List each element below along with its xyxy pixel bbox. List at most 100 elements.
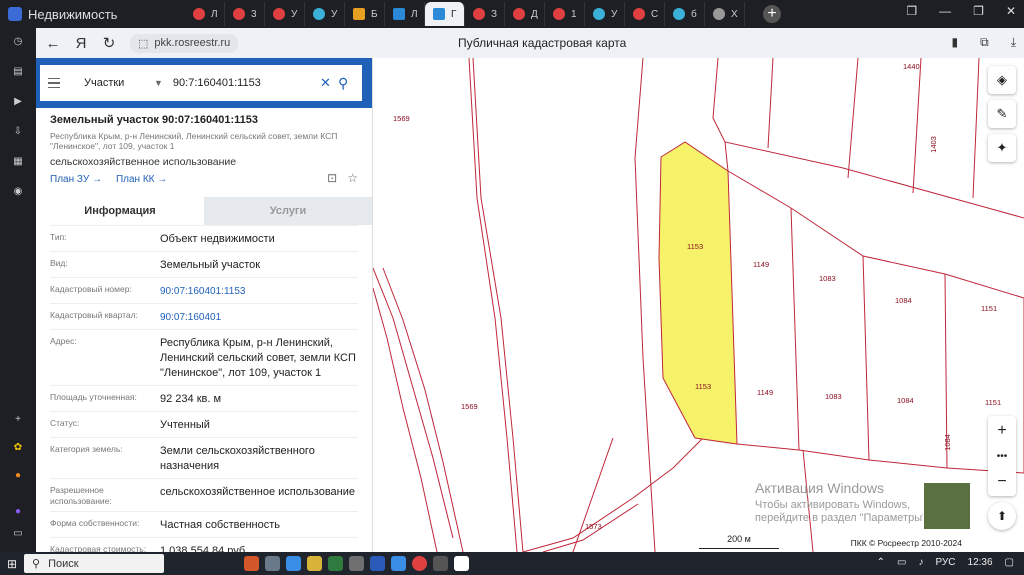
alice-icon[interactable]: ● — [10, 506, 26, 522]
browser-tab[interactable]: У — [305, 2, 345, 26]
object-title: Земельный участок 90:07:160401:1153 — [50, 114, 259, 126]
zoom-control: + ••• − — [988, 416, 1016, 496]
plan-zu-link[interactable]: План ЗУ → — [50, 174, 102, 185]
url-field[interactable]: ⬚ pkk.rosreestr.ru — [130, 33, 239, 53]
parcel-label: 1440 — [903, 62, 920, 71]
tab-manager-icon[interactable]: ❐ — [906, 4, 917, 18]
parcel-boundary — [382, 267, 464, 552]
download-icon[interactable]: ⤓ — [1011, 35, 1016, 50]
browser-tab[interactable]: З — [465, 2, 505, 26]
site-info-icon[interactable]: ⬚ — [138, 37, 148, 50]
tab-favicon-icon — [553, 8, 565, 20]
browser-tab[interactable]: Л — [185, 2, 225, 26]
network-icon[interactable]: ▭ — [897, 557, 906, 568]
zen-icon[interactable]: ● — [10, 470, 26, 486]
app-icon[interactable] — [265, 556, 280, 571]
extensions-icon[interactable]: ⧉ — [980, 35, 989, 50]
browser-brand[interactable]: Недвижимость — [0, 0, 185, 28]
powerpoint-icon[interactable] — [244, 556, 259, 571]
explorer-icon[interactable] — [307, 556, 322, 571]
browser-tab[interactable]: 3 — [225, 2, 265, 26]
search-mode-select[interactable]: Участки — [84, 77, 154, 89]
browser-tab-active[interactable]: Г — [425, 2, 465, 26]
tab-strip: Л 3 У У Б Л Г З Д 1 У С б Х + — [185, 0, 781, 28]
history-icon[interactable]: ◷ — [10, 36, 26, 52]
zoom-out-button[interactable]: − — [997, 473, 1006, 491]
zoom-more-button[interactable]: ••• — [997, 451, 1008, 462]
parcel-label: 1153 — [695, 382, 712, 391]
browser-tab[interactable]: б — [665, 2, 705, 26]
bookmark-icon[interactable]: ▮ — [952, 35, 959, 50]
close-icon[interactable]: ✕ — [1006, 4, 1016, 18]
tab-favicon-icon — [633, 8, 645, 20]
downloads-icon[interactable]: ⇩ — [10, 126, 26, 142]
parcel-label: 1151 — [985, 398, 1002, 407]
ruler-icon[interactable]: ✎ — [988, 100, 1016, 128]
search-input[interactable]: 90:7:160401:1153 — [173, 77, 320, 89]
taskbar-search[interactable]: ⚲ Поиск — [24, 554, 164, 573]
selected-parcel[interactable] — [658, 141, 738, 445]
map-canvas[interactable] — [373, 58, 1024, 552]
app-icon[interactable] — [433, 556, 448, 571]
attribute-label: Форма собственности: — [50, 518, 140, 528]
apps-icon[interactable]: ✿ — [10, 442, 26, 458]
chevron-down-icon[interactable]: ▼ — [154, 78, 163, 88]
calendar-icon[interactable]: ▦ — [10, 156, 26, 172]
zoom-in-button[interactable]: + — [997, 422, 1006, 440]
browser-tab[interactable]: У — [265, 2, 305, 26]
app-icon[interactable] — [412, 556, 427, 571]
video-icon[interactable]: ▶ — [10, 96, 26, 112]
zoom-to-object-icon[interactable]: ⊡ — [327, 171, 337, 185]
basemap-thumbnail[interactable] — [923, 482, 971, 530]
search-icon[interactable]: ⚲ — [338, 75, 362, 92]
parcel-boundary — [712, 58, 989, 209]
tab-services[interactable]: Услуги — [204, 197, 372, 225]
collections-icon[interactable]: ▤ — [10, 66, 26, 82]
compass-icon[interactable]: ⬆ — [988, 502, 1016, 530]
yandex-browser-icon[interactable] — [454, 556, 469, 571]
favorite-star-icon[interactable]: ☆ — [347, 171, 358, 185]
excel-icon[interactable] — [328, 556, 343, 571]
parcel-boundary — [724, 141, 729, 172]
add-panel-icon[interactable]: + — [10, 414, 26, 430]
mail-icon[interactable] — [286, 556, 301, 571]
tab-info[interactable]: Информация — [36, 197, 204, 225]
new-tab-button[interactable]: + — [763, 5, 781, 23]
camera-icon[interactable]: ◉ — [10, 186, 26, 202]
browser-tab[interactable]: С — [625, 2, 665, 26]
word-icon[interactable] — [370, 556, 385, 571]
screen: Недвижимость Л 3 У У Б Л Г З Д 1 У С б Х… — [0, 0, 1024, 575]
yandex-button[interactable]: Я — [70, 32, 92, 54]
cadastral-quarter-link[interactable]: 90:07:160401 — [160, 310, 358, 325]
clock[interactable]: 12:36 — [968, 557, 993, 568]
browser-tab[interactable]: Х — [705, 2, 745, 26]
minimize-icon[interactable]: — — [939, 4, 951, 18]
cadastral-number-link[interactable]: 90:07:160401:1153 — [160, 284, 358, 299]
tab-label: С — [651, 8, 659, 20]
app-icon[interactable] — [391, 556, 406, 571]
browser-tab[interactable]: У — [585, 2, 625, 26]
app-icon[interactable] — [349, 556, 364, 571]
browser-tab[interactable]: 1 — [545, 2, 585, 26]
back-button[interactable]: ← — [42, 32, 64, 54]
activation-text: Чтобы активировать Windows, перейдите в … — [755, 499, 930, 524]
layers-icon[interactable]: ◈ — [988, 66, 1016, 94]
tab-favicon-icon — [673, 8, 685, 20]
attribute-label: Кадастровая стоимость: — [50, 544, 147, 552]
browser-tab[interactable]: Д — [505, 2, 545, 26]
volume-icon[interactable]: ♪ — [918, 557, 923, 568]
menu-icon[interactable] — [40, 77, 68, 89]
clear-icon[interactable]: ✕ — [320, 75, 338, 91]
windows-start-icon[interactable]: ⊞ — [0, 552, 24, 575]
notifications-icon[interactable]: ▢ — [1005, 557, 1014, 568]
language-indicator[interactable]: РУС — [935, 557, 955, 568]
restore-icon[interactable]: ❐ — [973, 4, 984, 18]
locate-icon[interactable]: ✦ — [988, 134, 1016, 162]
browser-tab[interactable]: Б — [345, 2, 385, 26]
cadastral-map[interactable]: 1440 1569 1403 1153 1149 1083 1084 1151 … — [373, 58, 1024, 552]
plan-kk-link[interactable]: План КК → — [116, 174, 167, 185]
sidebar-toggle-icon[interactable]: ▭ — [10, 528, 26, 544]
tray-expand-icon[interactable]: ⌃ — [877, 557, 885, 568]
reload-button[interactable]: ↻ — [98, 32, 120, 54]
browser-tab[interactable]: Л — [385, 2, 425, 26]
